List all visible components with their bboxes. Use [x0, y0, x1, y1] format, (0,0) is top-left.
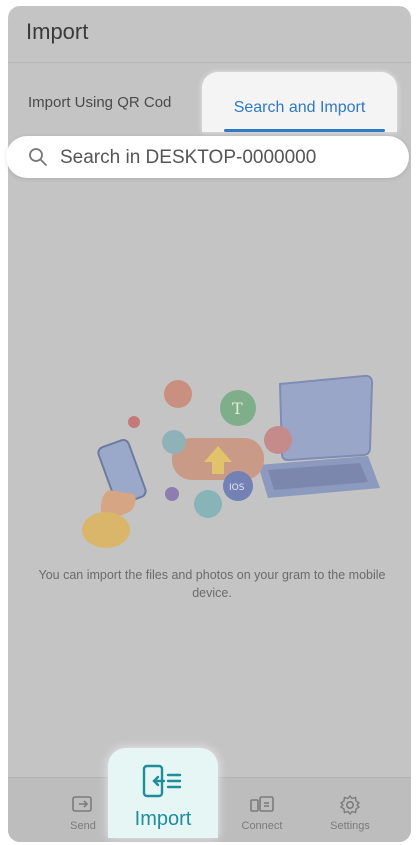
nav-connect[interactable]: Connect — [232, 794, 292, 832]
import-illustration: T IOS — [68, 370, 388, 550]
floating-icon-bubble — [165, 487, 179, 501]
nav-connect-label: Connect — [241, 820, 283, 832]
import-help-text: You can import the files and photos on y… — [38, 568, 386, 600]
nav-import[interactable]: Import — [108, 748, 218, 838]
floating-icon-bubble — [162, 430, 186, 454]
nav-settings-label: Settings — [330, 820, 370, 832]
header: Import — [8, 6, 411, 63]
nav-settings[interactable]: Settings — [320, 794, 380, 832]
floating-icon-bubble — [194, 490, 222, 518]
active-tab-indicator — [224, 129, 385, 132]
search-input[interactable] — [58, 136, 392, 180]
floating-icon-bubble — [164, 380, 192, 408]
nav-send[interactable]: Send — [53, 794, 113, 832]
tab-import-qr[interactable]: Import Using QR Cod — [28, 94, 206, 111]
nav-import-label: Import — [134, 808, 192, 830]
svg-text:IOS: IOS — [229, 483, 245, 493]
import-icon — [142, 764, 182, 798]
tab-search-and-import[interactable]: Search and Import — [202, 72, 397, 132]
tab-search-label: Search and Import — [233, 99, 366, 116]
app-window: Import Import Using QR Cod Search and Im… — [8, 6, 411, 842]
gear-icon — [339, 794, 361, 816]
floating-icon-bubble — [264, 426, 292, 454]
connect-icon — [250, 796, 274, 812]
send-icon — [72, 796, 92, 812]
search-icon — [29, 148, 47, 166]
upload-arrow-illustration — [172, 438, 264, 480]
search-bar[interactable] — [6, 136, 409, 180]
page-title: Import — [26, 19, 89, 44]
phone-in-hand-illustration — [82, 439, 147, 548]
svg-text:T: T — [232, 399, 243, 418]
nav-send-label: Send — [70, 820, 96, 832]
floating-icon-bubble — [128, 416, 140, 428]
